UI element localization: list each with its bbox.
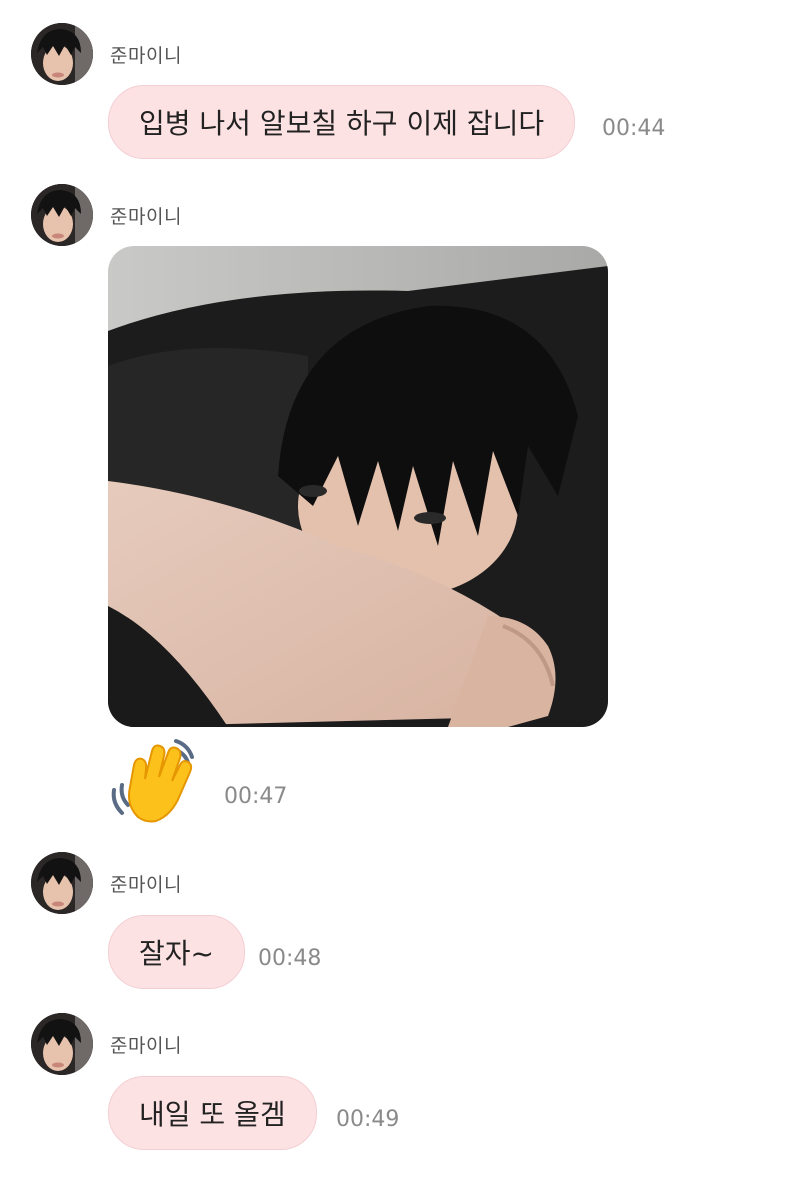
- message-timestamp: 00:48: [258, 946, 322, 971]
- message-bubble[interactable]: 입병 나서 알보칠 하구 이제 잡니다: [108, 85, 576, 159]
- avatar[interactable]: [31, 852, 93, 914]
- sender-name: 준마이니: [110, 206, 182, 228]
- sender-name: 준마이니: [110, 1035, 182, 1057]
- message-bubble[interactable]: 내일 또 올겜: [108, 1076, 317, 1150]
- message-bubble[interactable]: 잘자~: [108, 915, 245, 989]
- selfie-photo[interactable]: [108, 246, 608, 727]
- message-timestamp: 00:49: [336, 1107, 400, 1132]
- message-text: 잘자~: [139, 937, 214, 970]
- avatar[interactable]: [31, 23, 93, 85]
- message-timestamp: 00:44: [602, 116, 666, 141]
- avatar[interactable]: [31, 1013, 93, 1075]
- avatar[interactable]: [31, 184, 93, 246]
- waving-hand-icon: [108, 735, 208, 830]
- message-text: 입병 나서 알보칠 하구 이제 잡니다: [139, 107, 545, 140]
- sender-name: 준마이니: [110, 874, 182, 896]
- message-timestamp: 00:47: [224, 784, 288, 809]
- sender-name: 준마이니: [110, 45, 182, 67]
- message-text: 내일 또 올겜: [139, 1098, 286, 1131]
